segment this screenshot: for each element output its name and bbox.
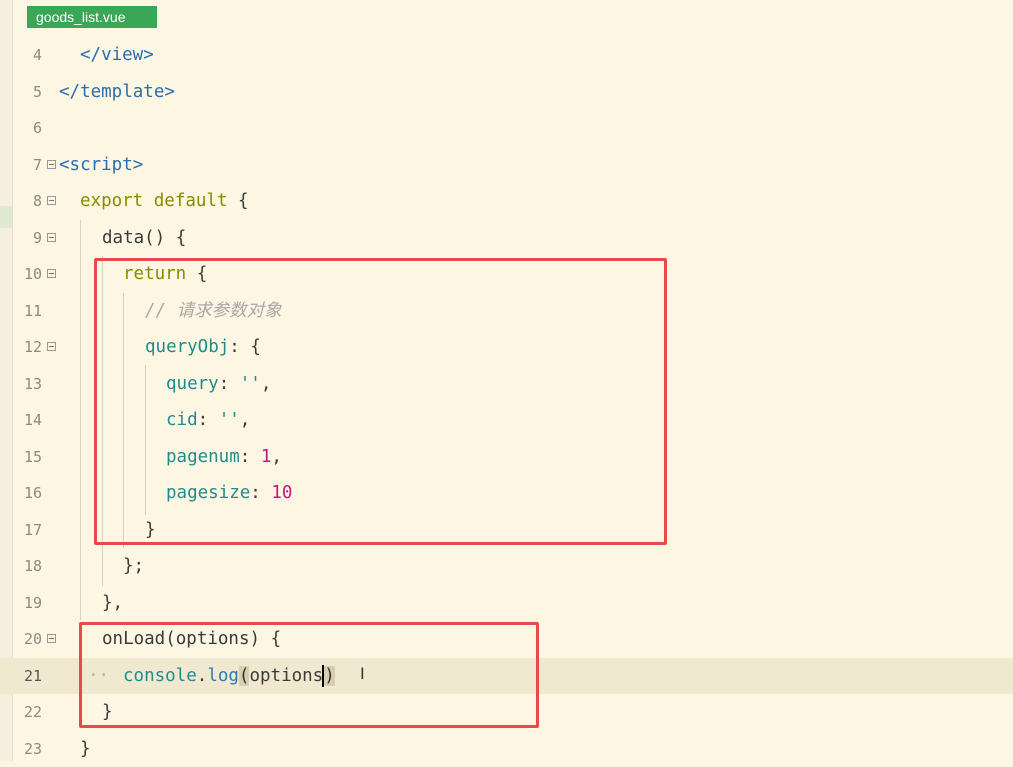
code-text: }	[80, 731, 91, 767]
code-line: 8 export default {	[0, 183, 1013, 220]
code-text: </view>	[80, 37, 154, 74]
code-text: <script>	[59, 147, 143, 184]
fold-toggle-icon[interactable]	[47, 233, 56, 242]
code-line: 9 data() {	[0, 220, 1013, 257]
file-tab[interactable]: goods_list.vue	[27, 6, 157, 28]
line-number: 19	[14, 585, 42, 622]
line-number: 16	[14, 475, 42, 512]
highlight-box-onload	[79, 622, 539, 728]
line-number: 8	[14, 183, 42, 220]
fold-toggle-icon[interactable]	[47, 342, 56, 351]
line-number: 7	[14, 147, 42, 184]
code-line: 19 },	[0, 585, 1013, 622]
code-line: 23 }	[0, 731, 1013, 767]
code-line: 5 </template>	[0, 74, 1013, 111]
fold-toggle-icon[interactable]	[47, 196, 56, 205]
fold-toggle-icon[interactable]	[47, 160, 56, 169]
line-number: 6	[14, 110, 42, 147]
line-number: 11	[14, 293, 42, 330]
line-number: 14	[14, 402, 42, 439]
code-text: data() {	[102, 220, 186, 257]
line-number: 22	[14, 694, 42, 731]
code-line: 7 <script>	[0, 147, 1013, 184]
code-line: 18 };	[0, 548, 1013, 585]
code-line: 4 </view>	[0, 37, 1013, 74]
highlight-box-data	[94, 258, 667, 545]
fold-toggle-icon[interactable]	[47, 269, 56, 278]
line-number: 9	[14, 220, 42, 257]
line-number: 15	[14, 439, 42, 476]
line-number: 10	[14, 256, 42, 293]
code-text: export default {	[80, 183, 249, 220]
code-text: </template>	[59, 74, 175, 111]
line-number: 20	[14, 621, 42, 658]
code-line: 6	[0, 110, 1013, 147]
line-number: 23	[14, 731, 42, 767]
line-number: 17	[14, 512, 42, 549]
line-number: 18	[14, 548, 42, 585]
line-number: 5	[14, 74, 42, 111]
indent-guide	[80, 220, 81, 620]
code-text: },	[102, 585, 123, 622]
line-number: 13	[14, 366, 42, 403]
line-number: 4	[14, 37, 42, 74]
text-cursor-icon: I	[360, 664, 365, 683]
line-number: 12	[14, 329, 42, 366]
code-text: };	[123, 548, 144, 585]
fold-toggle-icon[interactable]	[47, 634, 56, 643]
line-number: 21	[14, 658, 42, 695]
